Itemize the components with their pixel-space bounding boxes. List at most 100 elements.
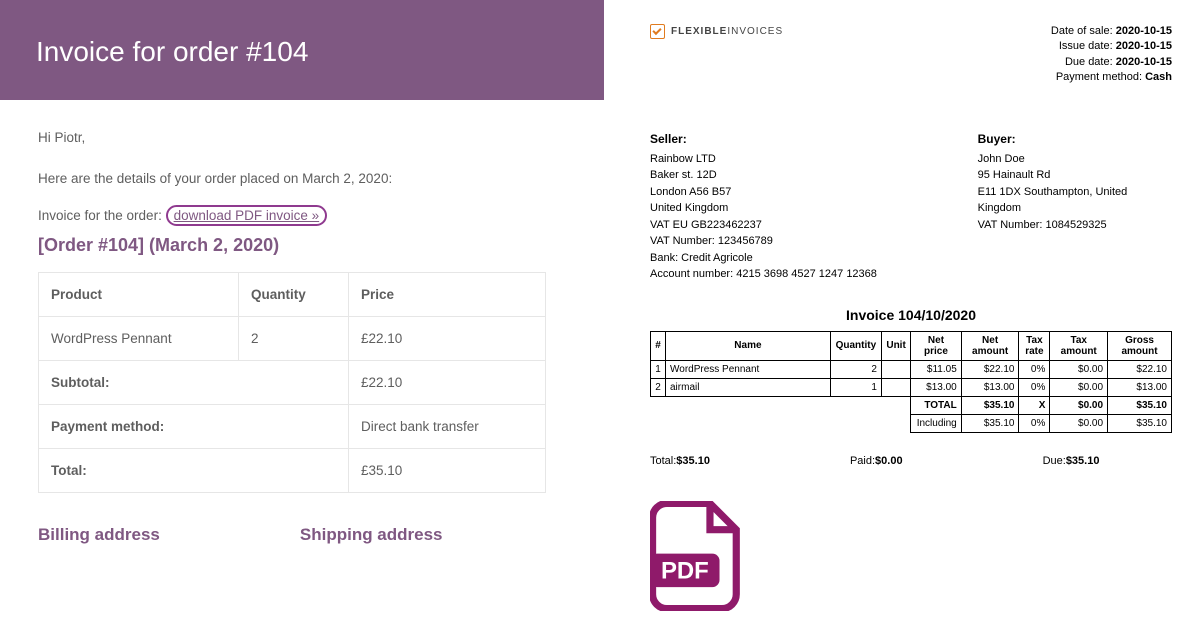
seller-block: Seller: Rainbow LTD Baker st. 12D London… <box>650 130 918 283</box>
pay-due-label: Due: <box>1043 455 1066 467</box>
buyer-line: E11 1DX Southampton, United Kingdom <box>978 184 1172 217</box>
cell-taxrate: 0% <box>1019 378 1050 396</box>
cell-price: £22.10 <box>349 317 546 361</box>
seller-line: United Kingdom <box>650 200 918 217</box>
meta-issue-label: Issue date: <box>1059 40 1113 52</box>
meta-due-value: 2020-10-15 <box>1116 56 1172 68</box>
seller-heading: Seller: <box>650 130 918 148</box>
meta-sale-label: Date of sale: <box>1051 25 1113 37</box>
email-panel: Invoice for order #104 Hi Piotr, Here ar… <box>0 0 604 624</box>
col-qty: Quantity <box>830 331 881 360</box>
label-total: Total: <box>39 449 349 493</box>
cell-unit <box>881 378 910 396</box>
seller-line: Bank: Credit Agricole <box>650 250 918 267</box>
row-subtotal: Subtotal: £22.10 <box>39 361 546 405</box>
cell-unit <box>881 360 910 378</box>
total-taxrate: X <box>1019 396 1050 414</box>
table-row: WordPress Pennant 2 £22.10 <box>39 317 546 361</box>
col-taxrate: Tax rate <box>1019 331 1050 360</box>
cell-qty: 1 <box>830 378 881 396</box>
row-including: Including $35.10 0% $0.00 $35.10 <box>651 414 1172 432</box>
order-heading-link[interactable]: [Order #104] (March 2, 2020) <box>38 235 574 256</box>
meta-method-label: Payment method: <box>1056 71 1142 83</box>
total-netamount: $35.10 <box>961 396 1019 414</box>
col-unit: Unit <box>881 331 910 360</box>
invoice-row: 2 airmail 1 $13.00 $13.00 0% $0.00 $13.0… <box>651 378 1172 396</box>
label-payment: Payment method: <box>39 405 349 449</box>
cell-product: WordPress Pennant <box>39 317 239 361</box>
logo-text2: INVOICES <box>727 26 783 37</box>
invoice-row: 1 WordPress Pennant 2 $11.05 $22.10 0% $… <box>651 360 1172 378</box>
seller-line: Rainbow LTD <box>650 151 918 168</box>
seller-line: Account number: 4215 3698 4527 1247 1236… <box>650 266 918 283</box>
cell-taxamount: $0.00 <box>1050 378 1108 396</box>
cell-taxrate: 0% <box>1019 360 1050 378</box>
cell-netprice: $11.05 <box>911 360 962 378</box>
cell-netamount: $22.10 <box>961 360 1019 378</box>
cell-gross: $13.00 <box>1108 378 1172 396</box>
cell-taxamount: $0.00 <box>1050 360 1108 378</box>
email-title: Invoice for order #104 <box>36 36 308 67</box>
col-product: Product <box>39 273 239 317</box>
email-header: Invoice for order #104 <box>0 0 604 100</box>
row-payment: Payment method: Direct bank transfer <box>39 405 546 449</box>
buyer-heading: Buyer: <box>978 130 1172 148</box>
meta-issue-value: 2020-10-15 <box>1116 40 1172 52</box>
logo-icon <box>650 24 665 39</box>
pay-paid-label: Paid: <box>850 455 875 467</box>
row-total: TOTAL $35.10 X $0.00 $35.10 <box>651 396 1172 414</box>
including-label: Including <box>911 414 962 432</box>
meta-due-label: Due date: <box>1065 56 1113 68</box>
cell-name: WordPress Pennant <box>666 360 831 378</box>
cell-idx: 1 <box>651 360 666 378</box>
col-gross: Gross amount <box>1108 331 1172 360</box>
value-total: £35.10 <box>349 449 546 493</box>
col-price: Price <box>349 273 546 317</box>
seller-line: VAT Number: 123456789 <box>650 233 918 250</box>
cell-netprice: $13.00 <box>911 378 962 396</box>
pay-due-value: $35.10 <box>1066 455 1100 467</box>
including-taxrate: 0% <box>1019 414 1050 432</box>
invoice-line-prefix: Invoice for the order: <box>38 208 166 223</box>
total-gross: $35.10 <box>1108 396 1172 414</box>
label-subtotal: Subtotal: <box>39 361 349 405</box>
total-label: TOTAL <box>911 396 962 414</box>
logo-text1: FLEXIBLE <box>671 26 727 37</box>
col-netprice: Net price <box>911 331 962 360</box>
download-pdf-highlight: download PDF invoice » <box>166 205 328 226</box>
invoice-line: Invoice for the order: download PDF invo… <box>38 208 574 223</box>
intro-text: Here are the details of your order place… <box>38 171 574 186</box>
cell-qty: 2 <box>830 360 881 378</box>
col-idx: # <box>651 331 666 360</box>
buyer-line: VAT Number: 1084529325 <box>978 217 1172 234</box>
payment-status: Total:$35.10 Paid:$0.00 Due:$35.10 <box>650 455 1172 467</box>
cell-quantity: 2 <box>239 317 349 361</box>
invoice-title: Invoice 104/10/2020 <box>650 307 1172 323</box>
meta-sale-value: 2020-10-15 <box>1116 25 1172 37</box>
billing-heading: Billing address <box>38 525 160 545</box>
seller-line: VAT EU GB223462237 <box>650 217 918 234</box>
shipping-heading: Shipping address <box>300 525 443 545</box>
row-total: Total: £35.10 <box>39 449 546 493</box>
including-taxamount: $0.00 <box>1050 414 1108 432</box>
col-taxamount: Tax amount <box>1050 331 1108 360</box>
total-taxamount: $0.00 <box>1050 396 1108 414</box>
invoice-items-table: # Name Quantity Unit Net price Net amoun… <box>650 331 1172 433</box>
invoice-document: FLEXIBLEINVOICES Date of sale: 2020-10-1… <box>604 0 1200 624</box>
col-name: Name <box>666 331 831 360</box>
cell-gross: $22.10 <box>1108 360 1172 378</box>
pdf-badge-text: PDF <box>661 557 709 584</box>
including-netamount: $35.10 <box>961 414 1019 432</box>
meta-method-value: Cash <box>1145 71 1172 83</box>
download-pdf-link[interactable]: download PDF invoice » <box>174 208 320 223</box>
buyer-line: 95 Hainault Rd <box>978 167 1172 184</box>
pay-total-value: $35.10 <box>676 455 710 467</box>
value-subtotal: £22.10 <box>349 361 546 405</box>
pay-total-label: Total: <box>650 455 676 467</box>
greeting-text: Hi Piotr, <box>38 130 574 145</box>
logo: FLEXIBLEINVOICES <box>650 24 783 39</box>
order-table: Product Quantity Price WordPress Pennant… <box>38 272 546 493</box>
col-quantity: Quantity <box>239 273 349 317</box>
value-payment: Direct bank transfer <box>349 405 546 449</box>
col-netamount: Net amount <box>961 331 1019 360</box>
